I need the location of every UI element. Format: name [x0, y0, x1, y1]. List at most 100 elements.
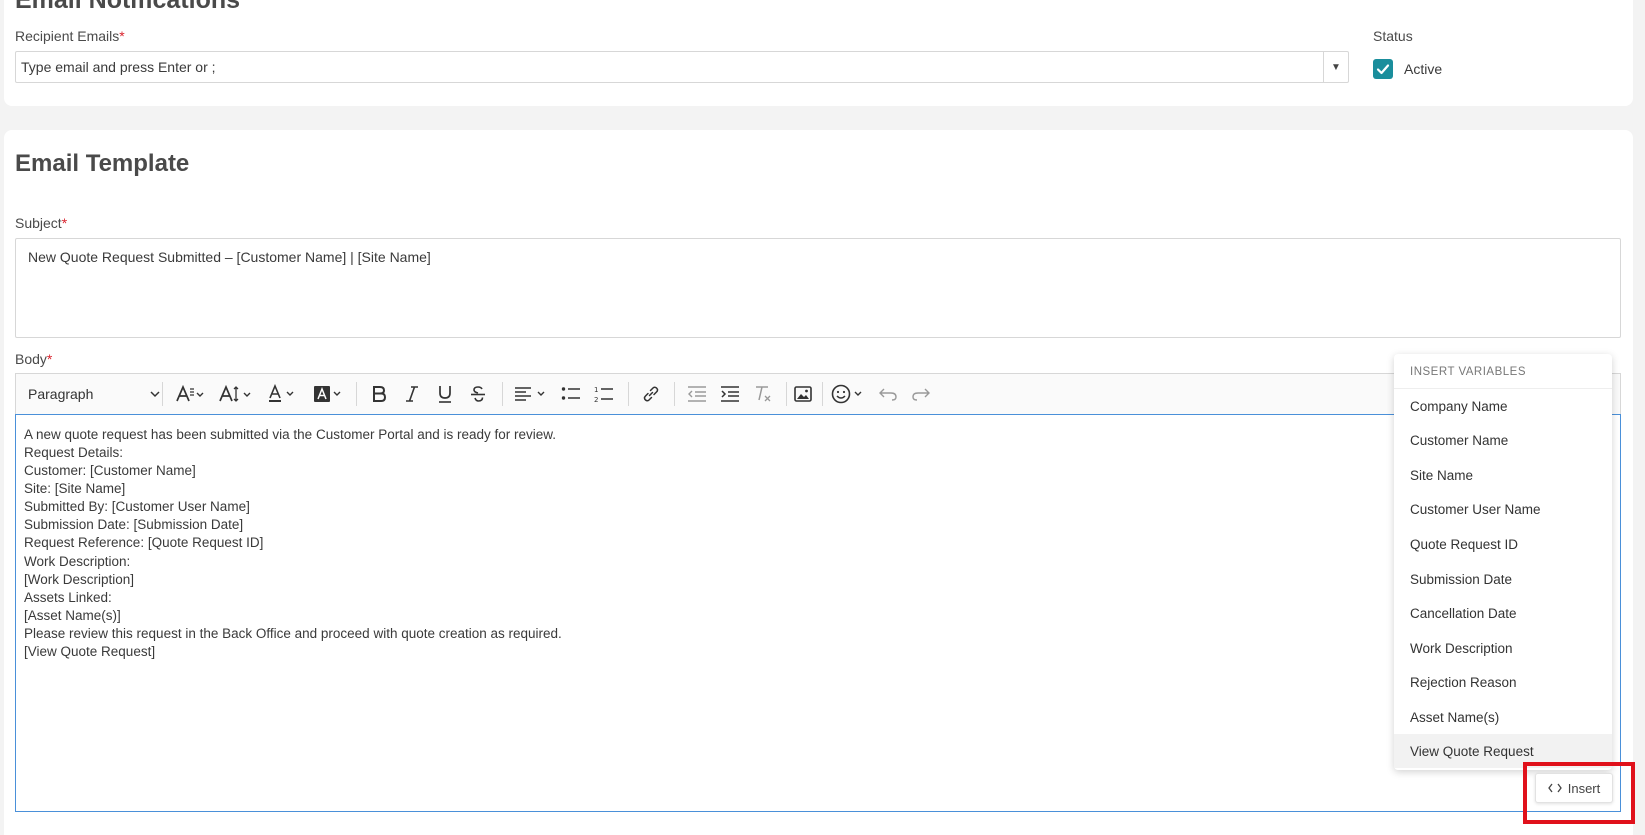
- paragraph-select[interactable]: Paragraph: [20, 374, 168, 414]
- status-label: Status: [1373, 28, 1413, 44]
- toolbar-divider: [356, 382, 357, 406]
- emoji-icon: [831, 384, 862, 404]
- subject-label: Subject*: [15, 215, 67, 231]
- variable-site-name[interactable]: Site Name: [1394, 458, 1612, 492]
- background-color-icon: [314, 386, 341, 402]
- recipient-emails-field[interactable]: ▼: [15, 51, 1349, 83]
- bulleted-list-button[interactable]: [556, 374, 586, 414]
- background-color-button[interactable]: [308, 374, 348, 414]
- redo-icon: [912, 388, 930, 401]
- variable-quote-request-id[interactable]: Quote Request ID: [1394, 527, 1612, 561]
- indent-button[interactable]: [715, 374, 745, 414]
- paragraph-select-label: Paragraph: [28, 386, 94, 402]
- font-color-button[interactable]: [262, 374, 302, 414]
- body-line: Request Reference: [Quote Request ID]: [24, 535, 264, 550]
- toolbar-divider: [786, 382, 787, 406]
- toolbar-divider: [162, 382, 163, 406]
- undo-button[interactable]: [873, 374, 903, 414]
- numbered-list-icon: 12: [594, 386, 613, 403]
- toolbar-divider: [628, 382, 629, 406]
- body-line: [Work Description]: [24, 572, 135, 587]
- undo-icon: [879, 388, 897, 401]
- body-line: Submission Date: [Submission Date]: [24, 517, 244, 532]
- toolbar-divider: [502, 382, 503, 406]
- toolbar-divider: [822, 382, 823, 406]
- font-size-icon: [219, 385, 251, 402]
- remove-format-button[interactable]: [748, 374, 778, 414]
- body-editor[interactable]: A new quote request has been submitted v…: [15, 414, 1621, 812]
- bold-button[interactable]: [364, 374, 394, 414]
- variable-cancellation-date[interactable]: Cancellation Date: [1394, 596, 1612, 630]
- body-line: [View Quote Request]: [24, 644, 156, 659]
- variable-submission-date[interactable]: Submission Date: [1394, 562, 1612, 596]
- variable-customer-name[interactable]: Customer Name: [1394, 423, 1612, 457]
- subject-field[interactable]: New Quote Request Submitted – [Customer …: [15, 238, 1621, 338]
- body-label: Body*: [15, 351, 52, 367]
- svg-text:1: 1: [594, 386, 598, 394]
- insert-button-label: Insert: [1567, 780, 1601, 796]
- chevron-down-icon: [150, 391, 160, 398]
- body-line: Submitted By: [Customer User Name]: [24, 499, 250, 514]
- bulleted-list-icon: [561, 387, 580, 400]
- italic-icon: [406, 386, 418, 402]
- status-active-label: Active: [1404, 61, 1443, 77]
- email-template-title: Email Template: [15, 150, 190, 177]
- outdent-icon: [688, 386, 706, 402]
- status-active-checkbox[interactable]: [1373, 59, 1393, 79]
- toolbar-divider: [674, 382, 675, 406]
- link-icon: [643, 386, 659, 402]
- variable-view-quote-request[interactable]: View Quote Request: [1394, 734, 1612, 768]
- underline-icon: [439, 386, 451, 403]
- email-notifications-title: Email Notifications: [15, 0, 241, 14]
- body-label-text: Body: [15, 351, 47, 367]
- recipient-dropdown-button[interactable]: ▼: [1323, 52, 1348, 82]
- emoji-button[interactable]: [828, 374, 868, 414]
- variable-work-description[interactable]: Work Description: [1394, 631, 1612, 665]
- required-mark: *: [119, 28, 125, 44]
- strikethrough-button[interactable]: [463, 374, 493, 414]
- variable-asset-names[interactable]: Asset Name(s): [1394, 700, 1612, 734]
- strikethrough-icon: [471, 386, 485, 402]
- body-line: Assets Linked:: [24, 590, 112, 605]
- underline-button[interactable]: [430, 374, 460, 414]
- required-mark: *: [61, 215, 68, 231]
- align-button[interactable]: [510, 374, 552, 414]
- body-line: A new quote request has been submitted v…: [24, 427, 557, 442]
- body-line: Customer: [Customer Name]: [24, 463, 196, 478]
- variable-rejection-reason[interactable]: Rejection Reason: [1394, 665, 1612, 699]
- subject-label-text: Subject: [15, 215, 62, 231]
- subject-value: New Quote Request Submitted – [Customer …: [28, 249, 431, 265]
- redo-button[interactable]: [906, 374, 936, 414]
- font-family-icon: [176, 385, 204, 402]
- font-family-button[interactable]: [170, 374, 210, 414]
- insert-variables-menu: INSERT VARIABLES Company Name Customer N…: [1394, 354, 1612, 770]
- body-line: Work Description:: [24, 554, 131, 569]
- font-color-icon: [269, 384, 294, 402]
- numbered-list-button[interactable]: 12: [589, 374, 619, 414]
- insert-variable-button[interactable]: Insert: [1535, 773, 1613, 803]
- recipient-emails-input[interactable]: [21, 52, 1301, 82]
- insert-variables-header: INSERT VARIABLES: [1410, 366, 1527, 378]
- recipient-emails-label-text: Recipient Emails: [15, 28, 120, 44]
- body-line: [Asset Name(s)]: [24, 608, 121, 623]
- image-icon: [794, 386, 812, 402]
- required-mark: *: [46, 351, 53, 367]
- caret-down-icon: ▼: [1331, 61, 1341, 73]
- checkmark-icon: [1376, 64, 1390, 75]
- code-brackets-icon: [1547, 783, 1562, 793]
- font-size-button[interactable]: [214, 374, 256, 414]
- indent-icon: [721, 386, 739, 402]
- remove-format-icon: [756, 386, 771, 402]
- body-line: Please review this request in the Back O…: [24, 626, 562, 641]
- italic-button[interactable]: [397, 374, 427, 414]
- insert-image-button[interactable]: [788, 374, 818, 414]
- variable-customer-user-name[interactable]: Customer User Name: [1394, 492, 1612, 526]
- outdent-button[interactable]: [682, 374, 712, 414]
- bold-icon: [373, 386, 387, 402]
- body-line: Request Details:: [24, 445, 124, 460]
- align-icon: [515, 387, 545, 401]
- link-button[interactable]: [636, 374, 666, 414]
- body-line: Site: [Site Name]: [24, 481, 126, 496]
- variable-company-name[interactable]: Company Name: [1394, 389, 1612, 423]
- editor-toolbar: Paragraph 12: [15, 373, 1621, 414]
